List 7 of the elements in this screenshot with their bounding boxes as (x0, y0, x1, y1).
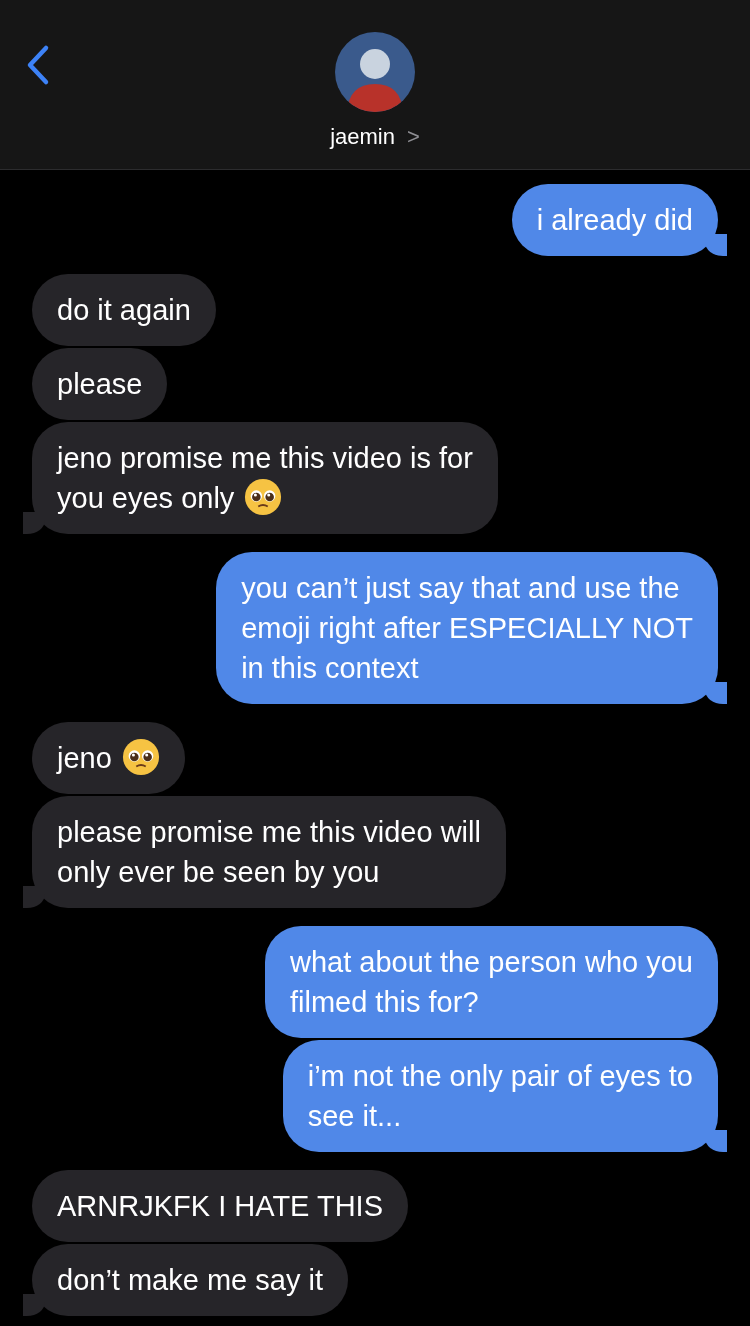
received-message-bubble: ARNRJKFK I HATE THIS (32, 1170, 409, 1242)
received-message-bubble: do it again (32, 274, 216, 346)
contact-name[interactable]: jaemin (330, 124, 395, 150)
chevron-icon[interactable]: > (406, 124, 420, 150)
received-message-bubble: please (32, 348, 168, 420)
received-message-bubble: jeno (32, 722, 185, 794)
sent-message-bubble: what about the person who you filmed this for? (264, 926, 718, 1038)
